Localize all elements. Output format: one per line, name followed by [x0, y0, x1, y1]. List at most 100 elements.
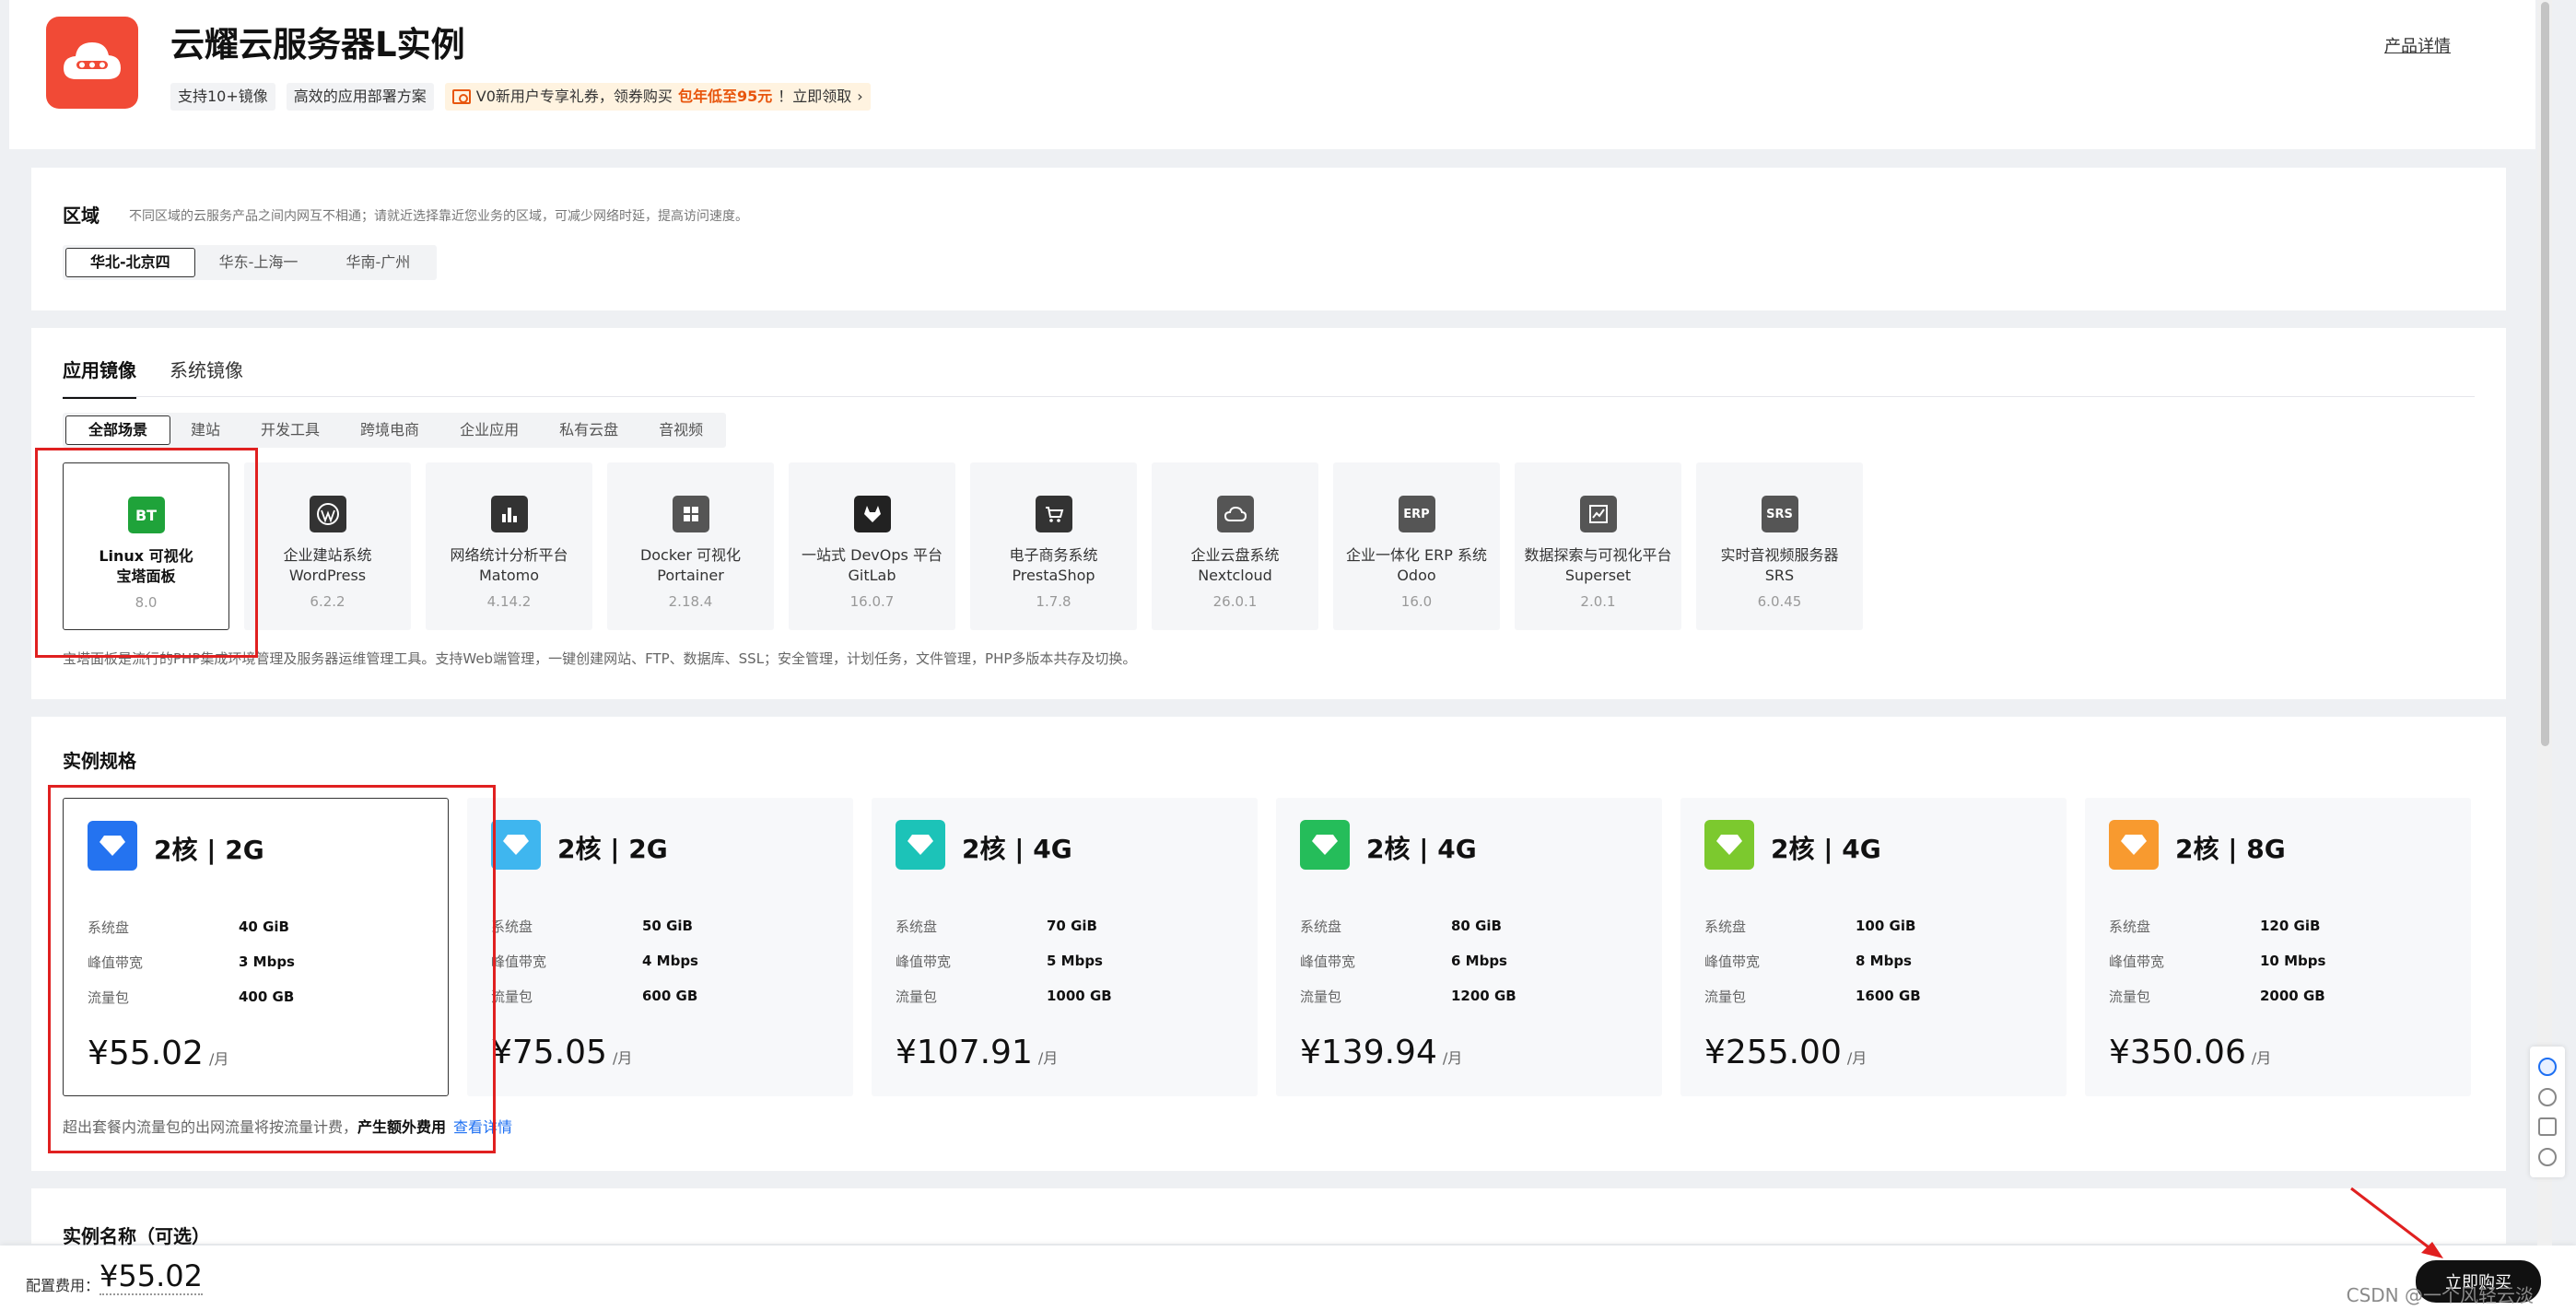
feature-tag: 高效的应用部署方案 [286, 83, 434, 111]
coupon-icon [451, 89, 471, 104]
smile-icon[interactable] [2538, 1147, 2557, 1166]
spec-name: 2核 | 4G [1771, 834, 1881, 864]
spec-bandwidth: 3 Mbps [239, 953, 295, 970]
spec-card[interactable]: 2核 | 8G 系统盘 120 GiB 峰值带宽 10 Mbps 流量包 2000 G… [2085, 798, 2471, 1096]
product-logo [46, 17, 138, 109]
image-name-line1: 企业一体化 ERP 系统 [1345, 546, 1488, 564]
spec-traffic: 400 GB [239, 988, 295, 1005]
spec-name: 2核 | 2G [557, 834, 668, 864]
image-card[interactable]: 网络统计分析平台 Matomo 4.14.2 [426, 462, 592, 630]
spec-label-bandwidth: 峰值带宽 [491, 953, 547, 970]
diamond-icon [1704, 820, 1754, 870]
floating-toolbar [2530, 1047, 2565, 1177]
cloud-icon [1216, 496, 1254, 532]
spec-price-unit: /月 [1442, 1049, 1463, 1067]
region-option-shanghai[interactable]: 华东-上海一 [195, 248, 322, 277]
image-name-line1: 企业云盘系统 [1190, 546, 1280, 564]
spec-label-bandwidth: 峰值带宽 [2109, 953, 2165, 970]
filter-website[interactable]: 建站 [170, 415, 240, 445]
image-card[interactable]: Docker 可视化 Portainer 2.18.4 [607, 462, 774, 630]
image-card[interactable]: 电子商务系统 PrestaShop 1.7.8 [970, 462, 1137, 630]
image-name: 数据探索与可视化平台 Superset [1524, 545, 1671, 586]
tab-system-images[interactable]: 系统镜像 [170, 356, 243, 399]
scene-filter: 全部场景 建站 开发工具 跨境电商 企业应用 私有云盘 音视频 [63, 413, 727, 448]
traffic-note-bold: 产生额外费用 [357, 1118, 447, 1136]
traffic-note: 超出套餐内流量包的出网流量将按流量计费，产生额外费用 查看详情 [63, 1115, 512, 1137]
image-card[interactable]: 数据探索与可视化平台 Superset 2.0.1 [1515, 462, 1681, 630]
image-card[interactable]: 企业建站系统 WordPress 6.2.2 [244, 462, 411, 630]
order-footer: 配置费用： ¥55.02 立即购买 CSDN @一个风轻云淡 [0, 1246, 2576, 1310]
scrollbar-thumb[interactable] [2541, 2, 2549, 746]
traffic-note-text: 超出套餐内流量包的出网流量将按流量计费， [63, 1118, 358, 1136]
image-card[interactable]: SRS 实时音视频服务器 SRS 6.0.45 [1696, 462, 1863, 630]
filter-media[interactable]: 音视频 [638, 415, 723, 445]
spec-traffic: 1600 GB [1856, 988, 1921, 1004]
region-option-beijing[interactable]: 华北-北京四 [65, 248, 195, 277]
spec-disk: 50 GiB [642, 918, 693, 934]
spec-label-bandwidth: 峰值带宽 [896, 953, 952, 970]
image-version: 16.0.7 [849, 593, 895, 610]
image-card[interactable]: 企业云盘系统 Nextcloud 26.0.1 [1152, 462, 1318, 630]
spec-card-list: 2核 | 2G 系统盘 40 GiB 峰值带宽 3 Mbps 流量包 400 GB ¥… [63, 798, 2471, 1096]
feature-tag: 支持10+镜像 [170, 83, 275, 111]
filter-enterprise[interactable]: 企业应用 [439, 415, 539, 445]
spec-price-block: ¥107.91/月 [896, 1034, 1058, 1071]
image-card[interactable]: 一站式 DevOps 平台 GitLab 16.0.7 [789, 462, 955, 630]
annotation-arrow [2350, 1187, 2443, 1258]
spec-card[interactable]: 2核 | 2G 系统盘 50 GiB 峰值带宽 4 Mbps 流量包 600 GB ¥… [467, 798, 853, 1096]
spec-price-unit: /月 [2251, 1049, 2272, 1067]
image-card[interactable]: BT Linux 可视化 宝塔面板 8.0 [63, 462, 229, 630]
image-panel: 应用镜像 系统镜像 全部场景 建站 开发工具 跨境电商 企业应用 私有云盘 音视… [31, 328, 2506, 699]
spec-details: 系统盘 120 GiB 峰值带宽 10 Mbps 流量包 2000 GB [2109, 908, 2325, 1013]
image-name: 企业云盘系统 Nextcloud [1190, 545, 1279, 586]
spec-price: ¥139.94 [1300, 1034, 1437, 1071]
spec-card[interactable]: 2核 | 2G 系统盘 40 GiB 峰值带宽 3 Mbps 流量包 400 GB ¥… [63, 798, 449, 1096]
spec-card[interactable]: 2核 | 4G 系统盘 70 GiB 峰值带宽 5 Mbps 流量包 1000 GB … [872, 798, 1258, 1096]
region-option-guangzhou[interactable]: 华南-广州 [322, 248, 434, 277]
spec-price: ¥107.91 [896, 1034, 1033, 1071]
customer-service-icon[interactable] [2538, 1058, 2557, 1077]
filter-cloud-drive[interactable]: 私有云盘 [539, 415, 638, 445]
image-name: 企业一体化 ERP 系统 Odoo [1346, 545, 1487, 586]
spec-bandwidth: 6 Mbps [1451, 953, 1507, 969]
filter-devtools[interactable]: 开发工具 [240, 415, 340, 445]
spec-label-disk: 系统盘 [1704, 918, 1747, 935]
image-name-line2: Portainer [657, 567, 724, 584]
spec-details: 系统盘 70 GiB 峰值带宽 5 Mbps 流量包 1000 GB [896, 908, 1112, 1013]
promo-banner[interactable]: V0新用户专享礼券，领券购买 包年低至95元 ！立即领取 › [444, 83, 871, 111]
spec-price: ¥75.05 [491, 1034, 607, 1071]
spec-price-block: ¥55.02/月 [88, 1035, 228, 1072]
product-detail-link[interactable]: 产品详情 [2384, 33, 2451, 57]
image-version: 4.14.2 [486, 593, 532, 610]
view-details-link[interactable]: 查看详情 [453, 1118, 512, 1136]
spec-traffic: 600 GB [642, 988, 698, 1004]
spec-price: ¥255.00 [1704, 1034, 1842, 1071]
diamond-icon [2109, 820, 2159, 870]
image-name-line1: 电子商务系统 [1009, 546, 1098, 564]
page-title: 云耀云服务器L实例 [170, 25, 465, 64]
spec-label-bandwidth: 峰值带宽 [1300, 953, 1356, 970]
spec-panel: 实例规格 2核 | 2G 系统盘 40 GiB 峰值带宽 3 Mbps 流量包 400… [31, 717, 2506, 1171]
spec-card[interactable]: 2核 | 4G 系统盘 100 GiB 峰值带宽 8 Mbps 流量包 1600 GB… [1680, 798, 2067, 1096]
filter-all[interactable]: 全部场景 [65, 415, 171, 445]
feedback-icon[interactable] [2538, 1117, 2557, 1137]
spec-label-disk: 系统盘 [491, 918, 533, 935]
spec-card[interactable]: 2核 | 4G 系统盘 80 GiB 峰值带宽 6 Mbps 流量包 1200 GB … [1276, 798, 1662, 1096]
fee-value[interactable]: ¥55.02 [100, 1258, 203, 1295]
spec-label-traffic: 流量包 [88, 988, 130, 1006]
image-name-line1: 网络统计分析平台 [450, 546, 568, 564]
image-card[interactable]: ERP 企业一体化 ERP 系统 Odoo 16.0 [1333, 462, 1500, 630]
spec-disk: 120 GiB [2260, 918, 2321, 934]
spec-price: ¥55.02 [88, 1035, 204, 1072]
spec-price-block: ¥350.06/月 [2109, 1034, 2271, 1071]
image-name: Docker 可视化 Portainer [640, 545, 741, 586]
filter-ecommerce[interactable]: 跨境电商 [340, 415, 439, 445]
help-icon[interactable] [2538, 1087, 2557, 1106]
wordpress-icon [309, 496, 346, 532]
spec-disk: 80 GiB [1451, 918, 1502, 934]
region-hint: 不同区域的云服务产品之间内网互不相通；请就近选择靠近您业务的区域，可减少网络时延… [129, 209, 748, 224]
tab-app-images[interactable]: 应用镜像 [63, 356, 136, 399]
spec-label-traffic: 流量包 [1300, 988, 1342, 1005]
instance-name-panel: 实例名称（可选） [31, 1188, 2506, 1247]
spec-label-traffic: 流量包 [896, 988, 938, 1005]
